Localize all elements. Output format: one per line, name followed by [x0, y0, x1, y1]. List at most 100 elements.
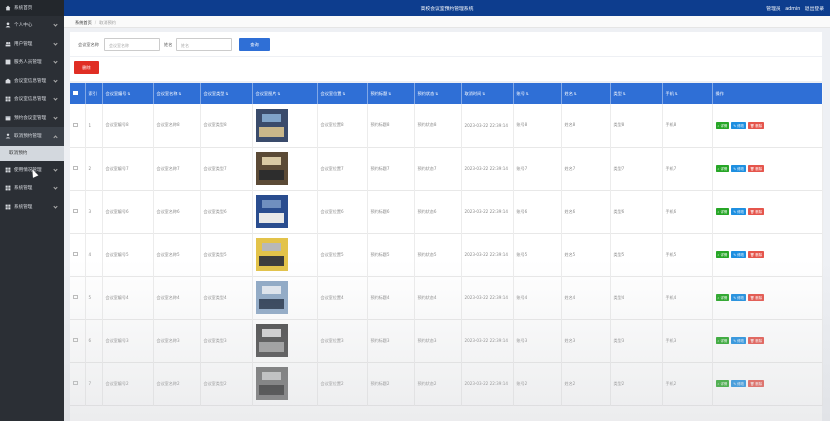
row-checkbox[interactable] — [70, 104, 86, 147]
cell-room-image[interactable] — [252, 276, 318, 319]
cell-title: 预约标题7 — [367, 147, 415, 190]
detail-button[interactable]: ⌕ 详情 — [715, 294, 730, 301]
cell-room-image[interactable] — [252, 362, 318, 405]
delete-button[interactable]: 🗑 删除 — [747, 165, 765, 172]
cell-room-type: 会议室类型4 — [200, 276, 253, 319]
cell-type: 类型2 — [610, 362, 663, 405]
detail-button[interactable]: ⌕ 详情 — [715, 121, 730, 129]
logout-link[interactable]: 退出登录 — [805, 7, 824, 12]
detail-button[interactable]: ⌕ 详情 — [715, 208, 730, 215]
delete-button[interactable]: 🗑 删除 — [747, 380, 765, 387]
cell-actions: ⌕ 详情 ✎ 修改 🗑 删除 — [712, 104, 823, 147]
column-header[interactable]: 会议室编号⇅ — [102, 83, 154, 104]
edit-button[interactable]: ✎ 修改 — [731, 208, 746, 215]
breadcrumb-home[interactable]: 系统首页 — [75, 20, 92, 25]
detail-button[interactable]: ⌕ 详情 — [715, 251, 730, 258]
sidebar-item-users[interactable]: 用户管理 — [0, 35, 64, 54]
cell-room-no: 会议室编号4 — [102, 276, 154, 319]
delete-button[interactable]: 🗑 删除 — [747, 294, 765, 301]
sidebar-item-staff[interactable]: 服务人员管理 — [0, 53, 64, 72]
row-checkbox[interactable] — [70, 233, 86, 276]
detail-button[interactable]: ⌕ 详情 — [715, 337, 730, 344]
delete-button[interactable]: 🗑 删除 — [747, 337, 765, 344]
sidebar-item-system[interactable]: 系统管理 — [0, 179, 64, 198]
cell-index: 1 — [85, 104, 103, 147]
edit-button[interactable]: ✎ 修改 — [731, 165, 746, 172]
grid-icon — [5, 167, 11, 173]
delete-button[interactable]: 🗑 删除 — [747, 121, 765, 129]
row-checkbox[interactable] — [70, 319, 86, 362]
column-header[interactable]: 会议室图片⇅ — [252, 83, 318, 104]
sidebar-item-label: 会议室信息管理 — [14, 78, 47, 84]
sidebar-item-room-info-2[interactable]: 会议室信息管理 — [0, 90, 64, 109]
column-header[interactable]: 会议室类型⇅ — [200, 83, 253, 104]
cell-account: 账号8 — [513, 104, 562, 147]
detail-button[interactable]: ⌕ 详情 — [715, 165, 730, 172]
room-photo[interactable] — [255, 367, 288, 400]
cell-name: 姓名4 — [561, 276, 611, 319]
sidebar-item-booking[interactable]: 预约会议室管理 — [0, 109, 64, 128]
sidebar-subitem-cancel[interactable]: 取消预约 — [0, 145, 64, 161]
cell-room-image[interactable] — [252, 147, 318, 190]
sidebar-item-room-info[interactable]: 会议室信息管理 — [0, 72, 64, 91]
cell-phone: 手机5 — [662, 233, 713, 276]
edit-button[interactable]: ✎ 修改 — [731, 294, 746, 301]
cell-room-image[interactable] — [252, 319, 318, 362]
cell-room-name: 会议室名称8 — [153, 104, 201, 147]
column-header[interactable]: 账号⇅ — [513, 83, 562, 104]
delete-button[interactable]: 🗑 删除 — [747, 251, 765, 258]
row-checkbox[interactable] — [70, 147, 86, 190]
cell-name: 姓名8 — [561, 104, 611, 147]
detail-button[interactable]: ⌕ 详情 — [715, 380, 730, 387]
column-header[interactable]: 会议室位置⇅ — [317, 83, 368, 104]
search-button[interactable]: 查询 — [239, 38, 270, 51]
column-header[interactable]: 类型⇅ — [610, 83, 663, 104]
settings-icon — [5, 204, 11, 210]
cell-type: 类型5 — [610, 233, 663, 276]
sidebar-item-system-2[interactable]: 系统管理 — [0, 198, 64, 217]
cell-type: 类型4 — [610, 276, 663, 319]
edit-button[interactable]: ✎ 修改 — [731, 121, 746, 129]
sidebar-item-cancel-manage[interactable]: 取消预约管理 — [0, 127, 64, 146]
cell-room-type: 会议室类型7 — [200, 147, 253, 190]
room-photo[interactable] — [255, 281, 288, 314]
sort-icon: ⇅ — [573, 91, 577, 96]
cell-type: 类型3 — [610, 319, 663, 362]
column-header[interactable]: 预约状态⇅ — [414, 83, 462, 104]
room-photo[interactable] — [255, 152, 288, 185]
cell-room-location: 会议室位置3 — [317, 319, 368, 362]
breadcrumb: 系统首页 / 取消预约 — [64, 16, 830, 28]
delete-button[interactable]: 🗑 删除 — [747, 208, 765, 215]
column-header[interactable]: 姓名⇅ — [561, 83, 611, 104]
room-photo[interactable] — [255, 108, 288, 142]
room-photo[interactable] — [255, 195, 288, 228]
name-input[interactable]: 姓名 — [176, 38, 232, 51]
sidebar-item-profile[interactable]: 个人中心 — [0, 16, 64, 35]
edit-button[interactable]: ✎ 修改 — [731, 251, 746, 258]
room-photo[interactable] — [255, 324, 288, 357]
column-header[interactable]: 预约标题⇅ — [367, 83, 415, 104]
cell-account: 账号7 — [513, 147, 562, 190]
column-header[interactable]: 会议室名称⇅ — [153, 83, 201, 104]
batch-delete-button[interactable]: 删除 — [74, 61, 99, 74]
column-header[interactable]: 取消时间⇅ — [461, 83, 514, 104]
table-row: 4 会议室编号5 会议室名称5 会议室类型5 会议室位置5 预约标题5 预约状态5 2023-… — [70, 233, 823, 276]
room-photo[interactable] — [255, 238, 288, 271]
row-checkbox[interactable] — [70, 362, 86, 405]
edit-button[interactable]: ✎ 修改 — [731, 337, 746, 344]
room-name-input[interactable]: 会议室名称 — [104, 38, 160, 51]
select-all-checkbox[interactable] — [70, 83, 86, 104]
edit-button[interactable]: ✎ 修改 — [731, 380, 746, 387]
cell-room-image[interactable] — [252, 233, 318, 276]
sidebar-item-home[interactable]: 系统首页 — [0, 0, 64, 16]
row-checkbox[interactable] — [70, 276, 86, 319]
column-header[interactable]: 手机⇅ — [662, 83, 713, 104]
cell-phone: 手机7 — [662, 147, 713, 190]
cell-room-image[interactable] — [252, 104, 318, 147]
row-checkbox[interactable] — [70, 190, 86, 233]
cell-room-image[interactable] — [252, 190, 318, 233]
cell-title: 预约标题4 — [367, 276, 415, 319]
cell-room-no: 会议室编号2 — [102, 362, 154, 405]
app-title: 高校会议室预约管理系统 — [420, 7, 474, 12]
chevron-down-icon — [53, 22, 58, 27]
